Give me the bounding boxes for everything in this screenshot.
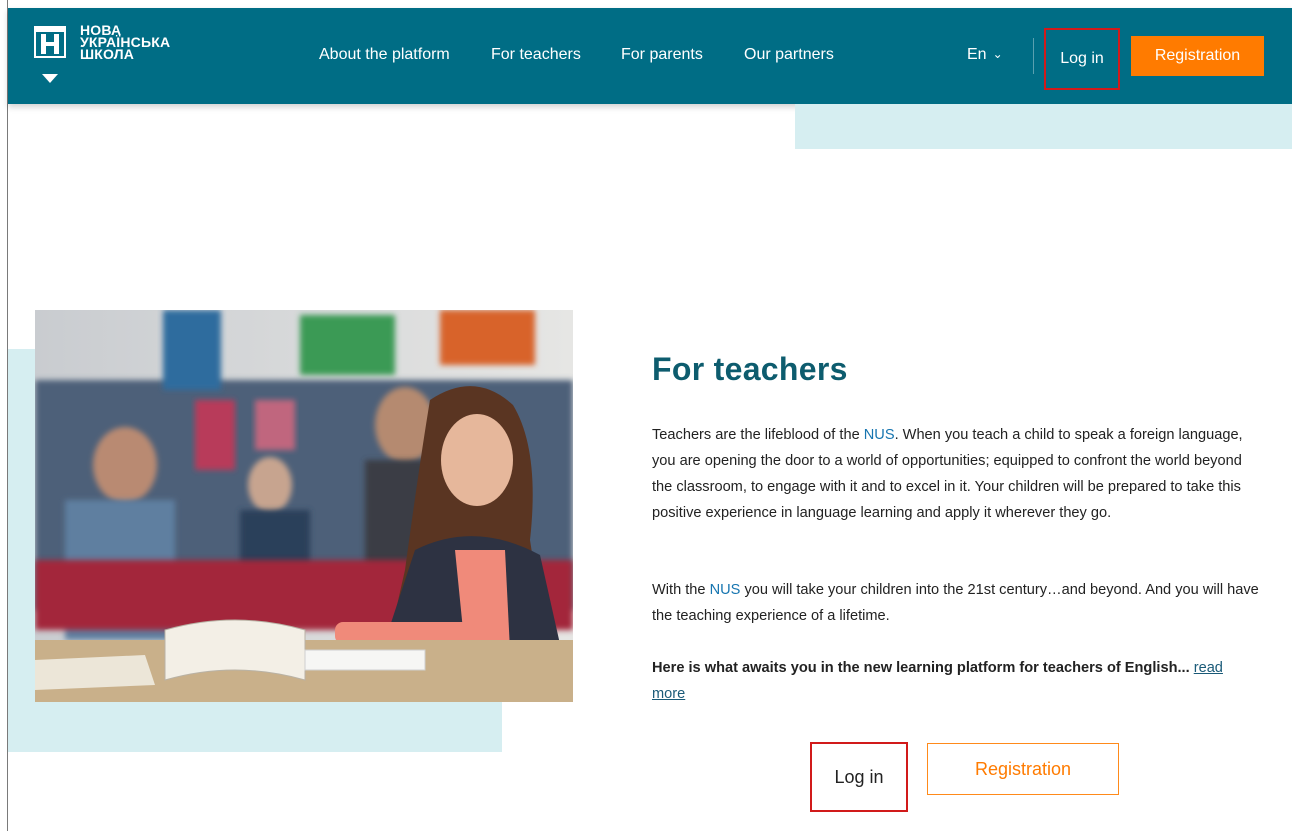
teaser-paragraph: Here is what awaits you in the new learn… — [652, 655, 1260, 707]
header-registration-button[interactable]: Registration — [1131, 36, 1264, 76]
window-frame-left — [0, 0, 8, 831]
nus-link-2[interactable]: NUS — [710, 582, 741, 598]
intro-text-start: Teachers are the lifeblood of the — [652, 426, 864, 443]
teaser-text: Here is what awaits you in the new learn… — [652, 659, 1190, 676]
decorative-strip — [795, 104, 1292, 149]
login-button[interactable]: Log in — [810, 742, 908, 812]
nus-link[interactable]: NUS — [864, 427, 895, 443]
intro-paragraph: Teachers are the lifeblood of the NUS. W… — [652, 422, 1260, 526]
classroom-photo — [35, 310, 573, 702]
nav-about-platform[interactable]: About the platform — [319, 46, 450, 64]
page-title: For teachers — [652, 351, 848, 388]
language-selector[interactable]: En ⌄ — [967, 46, 1003, 64]
top-navbar: НОВА УКРАЇНСЬКА ШКОЛА About the platform… — [8, 8, 1292, 104]
second-paragraph: With the NUS you will take your children… — [652, 577, 1260, 629]
logo-mark-icon — [34, 26, 66, 58]
caret-down-icon — [42, 74, 58, 83]
header-login-button[interactable]: Log in — [1044, 28, 1120, 90]
nav-our-partners[interactable]: Our partners — [744, 46, 834, 64]
logo[interactable]: НОВА УКРАЇНСЬКА ШКОЛА — [30, 18, 200, 94]
second-text-end: you will take your children into the 21s… — [652, 581, 1259, 624]
second-text-start: With the — [652, 581, 710, 598]
chevron-down-icon: ⌄ — [992, 47, 1003, 61]
nav-for-parents[interactable]: For parents — [621, 46, 703, 64]
nav-for-teachers[interactable]: For teachers — [491, 46, 581, 64]
nav-divider — [1033, 38, 1034, 74]
registration-button[interactable]: Registration — [927, 743, 1119, 795]
language-label: En — [967, 46, 987, 63]
logo-text: НОВА УКРАЇНСЬКА ШКОЛА — [80, 23, 170, 61]
